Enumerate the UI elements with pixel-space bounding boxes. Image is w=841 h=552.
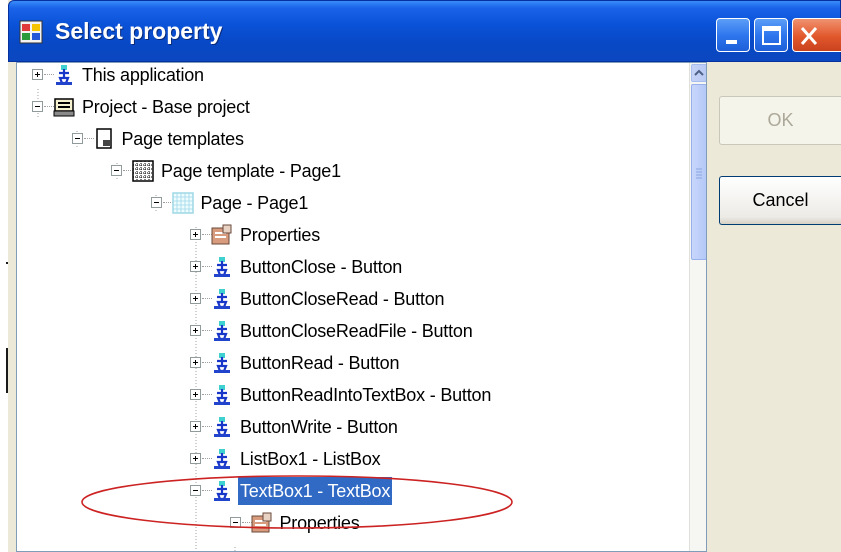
collapse-toggle[interactable] — [229, 517, 241, 528]
tree-node-label: Page templates — [121, 129, 244, 149]
tree-node[interactable]: This application — [17, 63, 689, 89]
properties-icon — [251, 512, 273, 534]
tree-node[interactable]: Page - Page1 — [17, 189, 689, 217]
title-bar[interactable]: Select property — [8, 0, 841, 62]
tree-node-label: ButtonReadIntoTextBox - Button — [240, 385, 492, 405]
page-icon — [171, 192, 194, 214]
app-object-icon — [211, 352, 233, 374]
expand-toggle[interactable] — [190, 389, 201, 400]
tree-node-label: ButtonCloseRead - Button — [240, 289, 445, 309]
ok-button[interactable]: OK — [719, 96, 841, 145]
expand-toggle[interactable] — [190, 453, 201, 464]
app-object-icon — [211, 320, 233, 342]
close-button[interactable] — [792, 18, 841, 52]
grip-icon — [696, 168, 702, 179]
cancel-button[interactable]: Cancel — [719, 176, 841, 225]
tree-node[interactable]: Properties — [17, 509, 689, 537]
form-window-icon — [19, 20, 43, 44]
tree-vertical-scrollbar[interactable] — [689, 63, 706, 551]
app-object-icon — [211, 288, 233, 310]
tree-node-label: ButtonRead - Button — [240, 353, 400, 373]
tree-node-label: Properties — [279, 513, 360, 533]
tree-node-label: ButtonCloseReadFile - Button — [240, 321, 473, 341]
expand-toggle[interactable] — [190, 261, 201, 272]
expand-toggle[interactable] — [190, 357, 201, 368]
tree-node[interactable]: Page templates — [17, 125, 689, 153]
tree-node[interactable]: Project - Base project — [17, 93, 689, 121]
background-strip — [0, 0, 8, 552]
app-object-icon — [211, 256, 233, 278]
minimize-button[interactable] — [716, 18, 750, 52]
tree-node-label: Properties — [240, 225, 321, 245]
tree-node[interactable]: ListBox1 - ListBox — [17, 445, 689, 473]
tree-node[interactable]: ButtonCloseRead - Button — [17, 285, 689, 313]
scroll-thumb[interactable] — [691, 84, 706, 260]
tree-node[interactable]: Page template - Page1 — [17, 157, 689, 185]
expand-toggle[interactable] — [190, 421, 201, 432]
app-object-icon — [53, 64, 75, 86]
tree-node-label: ButtonClose - Button — [240, 257, 403, 277]
properties-icon — [211, 224, 233, 246]
collapse-toggle[interactable] — [32, 101, 43, 112]
page-templates-icon — [93, 128, 115, 150]
tree-node[interactable]: ButtonRead - Button — [17, 349, 689, 377]
page-template-icon — [132, 160, 154, 182]
chevron-up-icon — [694, 69, 704, 76]
expand-toggle[interactable] — [190, 325, 201, 336]
tree-node[interactable]: ButtonWrite - Button — [17, 413, 689, 441]
minimize-icon — [726, 40, 737, 44]
property-tree[interactable]: This application Project - Base project Pa… — [16, 62, 707, 552]
collapse-toggle[interactable] — [150, 197, 162, 208]
tree-node-label: Page - Page1 — [200, 193, 309, 213]
tree-node[interactable]: Properties — [17, 221, 689, 249]
tree-node-label: This application — [82, 65, 204, 85]
expand-toggle[interactable] — [190, 293, 201, 304]
maximize-button[interactable] — [754, 18, 788, 52]
tree-node-label: ButtonWrite - Button — [240, 417, 398, 437]
expand-toggle[interactable] — [32, 69, 43, 80]
maximize-icon — [762, 26, 781, 45]
app-object-icon — [211, 384, 233, 406]
app-object-icon — [211, 480, 233, 502]
collapse-toggle[interactable] — [190, 485, 201, 496]
tree-node-label: Project - Base project — [82, 97, 250, 117]
tree-node[interactable]: ButtonClose - Button — [17, 253, 689, 281]
tree-node-label: ListBox1 - ListBox — [240, 449, 381, 469]
close-icon — [800, 27, 818, 45]
expand-toggle[interactable] — [190, 229, 201, 240]
tree-node[interactable]: ButtonCloseReadFile - Button — [17, 317, 689, 345]
tree-node-label: Page template - Page1 — [161, 161, 341, 181]
tree-node-label: TextBox1 - TextBox — [238, 477, 393, 505]
scroll-up-button[interactable] — [691, 64, 706, 82]
window-title: Select property — [55, 18, 223, 44]
project-icon — [53, 96, 75, 118]
app-object-icon — [211, 448, 233, 470]
collapse-toggle[interactable] — [71, 133, 83, 144]
tree-node[interactable]: ButtonReadIntoTextBox - Button — [17, 381, 689, 409]
app-object-icon — [211, 416, 233, 438]
collapse-toggle[interactable] — [111, 165, 122, 176]
tree-node[interactable]: TextBox1 - TextBox — [17, 477, 689, 505]
select-property-dialog: Select property This application Project… — [8, 0, 841, 552]
